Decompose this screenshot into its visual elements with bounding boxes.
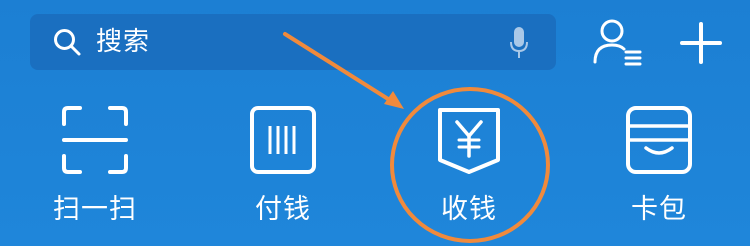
- grid-item-receive[interactable]: 收钱: [394, 100, 544, 240]
- add-icon[interactable]: [680, 22, 722, 64]
- grid-item-label: 收钱: [441, 194, 497, 225]
- contacts-icon[interactable]: [592, 18, 644, 66]
- grid-item-card-wallet[interactable]: 卡包: [584, 100, 734, 240]
- scan-icon: [62, 106, 128, 174]
- search-placeholder: 搜索: [96, 27, 151, 57]
- receive-money-icon: [438, 108, 500, 174]
- card-wallet-icon: [626, 106, 692, 174]
- grid-item-scan[interactable]: 扫一扫: [20, 100, 170, 240]
- pay-code-icon: [250, 106, 316, 174]
- grid-item-pay[interactable]: 付钱: [208, 100, 358, 240]
- search-icon: [54, 29, 81, 56]
- grid-item-label: 卡包: [631, 194, 687, 225]
- grid-item-label: 扫一扫: [53, 194, 137, 225]
- grid-item-label: 付钱: [255, 194, 311, 225]
- search-bar[interactable]: 搜索: [30, 14, 556, 70]
- home-header: 搜索 扫一扫 付钱 收钱 卡包: [0, 0, 750, 246]
- microphone-icon[interactable]: [508, 26, 530, 60]
